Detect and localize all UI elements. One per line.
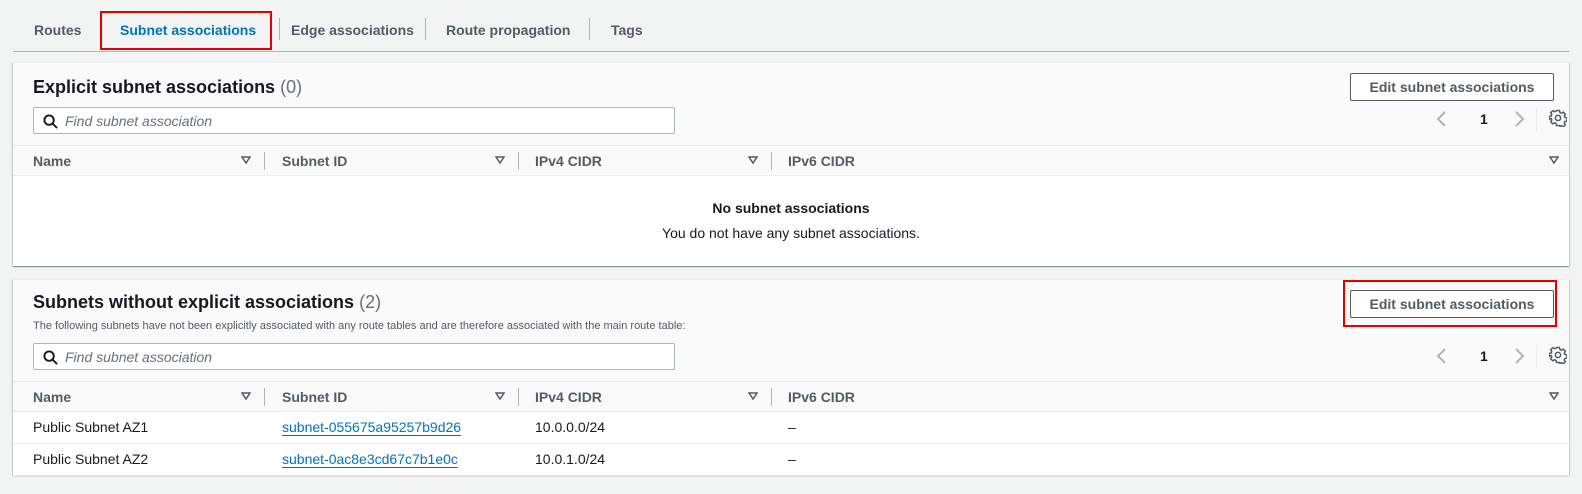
table-header: Name Subnet ID IPv4 CIDR IPv6 CIDR bbox=[13, 145, 1569, 176]
search-icon bbox=[43, 114, 58, 129]
empty-state-title: No subnet associations bbox=[712, 200, 870, 216]
panel-count: (0) bbox=[280, 77, 303, 97]
table-row[interactable]: Public Subnet AZ2 subnet-0ac8e3cd67c7b1e… bbox=[13, 444, 1569, 476]
empty-state-message: You do not have any subnet associations. bbox=[662, 225, 920, 241]
tab-bar: Routes Subnet associations Edge associat… bbox=[13, 8, 1569, 52]
pagination: 1 bbox=[1429, 345, 1569, 369]
panel-description: The following subnets have not been expl… bbox=[33, 320, 686, 332]
tab-routes[interactable]: Routes bbox=[14, 8, 101, 52]
sort-icon[interactable] bbox=[241, 155, 251, 165]
panel-title: Subnets without explicit associations (2… bbox=[33, 292, 381, 313]
column-header-ipv6-cidr[interactable]: IPv6 CIDR bbox=[788, 382, 855, 412]
gear-icon[interactable] bbox=[1549, 346, 1567, 364]
subnet-id-link[interactable]: subnet-0ac8e3cd67c7b1e0c bbox=[282, 444, 458, 475]
column-header-ipv6-cidr[interactable]: IPv6 CIDR bbox=[788, 146, 855, 176]
chevron-left-icon[interactable] bbox=[1435, 347, 1449, 365]
sort-icon[interactable] bbox=[495, 155, 505, 165]
pagination: 1 bbox=[1429, 108, 1569, 132]
sort-icon[interactable] bbox=[748, 391, 758, 401]
pager-divider bbox=[1536, 345, 1537, 369]
panel-title: Explicit subnet associations (0) bbox=[33, 77, 302, 98]
column-header-ipv4-cidr[interactable]: IPv4 CIDR bbox=[535, 382, 602, 412]
column-header-name[interactable]: Name bbox=[33, 382, 71, 412]
tab-edge-associations[interactable]: Edge associations bbox=[271, 8, 434, 52]
search-field[interactable] bbox=[33, 343, 675, 370]
panel-count: (2) bbox=[359, 292, 382, 312]
sort-icon[interactable] bbox=[1549, 155, 1559, 165]
row-name: Public Subnet AZ1 bbox=[33, 419, 149, 435]
panel-title-text: Explicit subnet associations bbox=[33, 77, 276, 97]
sort-icon[interactable] bbox=[748, 155, 758, 165]
tab-tags[interactable]: Tags bbox=[591, 8, 663, 52]
sort-icon[interactable] bbox=[1549, 391, 1559, 401]
row-ipv4-cidr: 10.0.0.0/24 bbox=[535, 419, 606, 435]
panel-header: Explicit subnet associations (0) Edit su… bbox=[13, 63, 1569, 145]
chevron-right-icon[interactable] bbox=[1512, 347, 1526, 365]
row-ipv6-cidr: – bbox=[788, 419, 796, 435]
column-header-ipv4-cidr[interactable]: IPv4 CIDR bbox=[535, 146, 602, 176]
column-divider[interactable] bbox=[264, 152, 265, 170]
column-header-subnet-id[interactable]: Subnet ID bbox=[282, 382, 347, 412]
column-divider[interactable] bbox=[771, 388, 772, 406]
chevron-left-icon[interactable] bbox=[1435, 110, 1449, 128]
table-header: Name Subnet ID IPv4 CIDR IPv6 CIDR bbox=[13, 381, 1569, 412]
panel-title-text: Subnets without explicit associations bbox=[33, 292, 355, 312]
column-divider[interactable] bbox=[771, 152, 772, 170]
search-field[interactable] bbox=[33, 107, 675, 134]
implicit-associations-panel: Subnets without explicit associations (2… bbox=[13, 279, 1569, 476]
row-ipv4-cidr: 10.0.1.0/24 bbox=[535, 451, 606, 467]
sort-icon[interactable] bbox=[241, 391, 251, 401]
table-row[interactable]: Public Subnet AZ1 subnet-055675a95257b9d… bbox=[13, 412, 1569, 444]
gear-icon[interactable] bbox=[1549, 109, 1567, 127]
tab-divider bbox=[589, 18, 590, 40]
explicit-associations-panel: Explicit subnet associations (0) Edit su… bbox=[13, 62, 1569, 266]
row-name: Public Subnet AZ2 bbox=[33, 451, 149, 467]
row-ipv6-cidr: – bbox=[788, 451, 796, 467]
sort-icon[interactable] bbox=[495, 391, 505, 401]
page-number[interactable]: 1 bbox=[1480, 111, 1488, 127]
search-input[interactable] bbox=[65, 347, 655, 366]
tab-subnet-associations[interactable]: Subnet associations bbox=[100, 8, 276, 52]
column-header-name[interactable]: Name bbox=[33, 146, 71, 176]
column-divider[interactable] bbox=[518, 388, 519, 406]
chevron-right-icon[interactable] bbox=[1512, 110, 1526, 128]
tab-route-propagation[interactable]: Route propagation bbox=[426, 8, 590, 52]
subnet-id-link[interactable]: subnet-055675a95257b9d26 bbox=[282, 412, 461, 443]
pager-divider bbox=[1536, 108, 1537, 132]
column-header-subnet-id[interactable]: Subnet ID bbox=[282, 146, 347, 176]
panel-header: Subnets without explicit associations (2… bbox=[13, 280, 1569, 381]
edit-subnet-associations-button[interactable]: Edit subnet associations bbox=[1350, 290, 1554, 318]
column-divider[interactable] bbox=[264, 388, 265, 406]
edit-subnet-associations-button[interactable]: Edit subnet associations bbox=[1350, 73, 1554, 101]
page-number[interactable]: 1 bbox=[1480, 348, 1488, 364]
search-input[interactable] bbox=[65, 111, 655, 130]
search-icon bbox=[43, 350, 58, 365]
column-divider[interactable] bbox=[518, 152, 519, 170]
